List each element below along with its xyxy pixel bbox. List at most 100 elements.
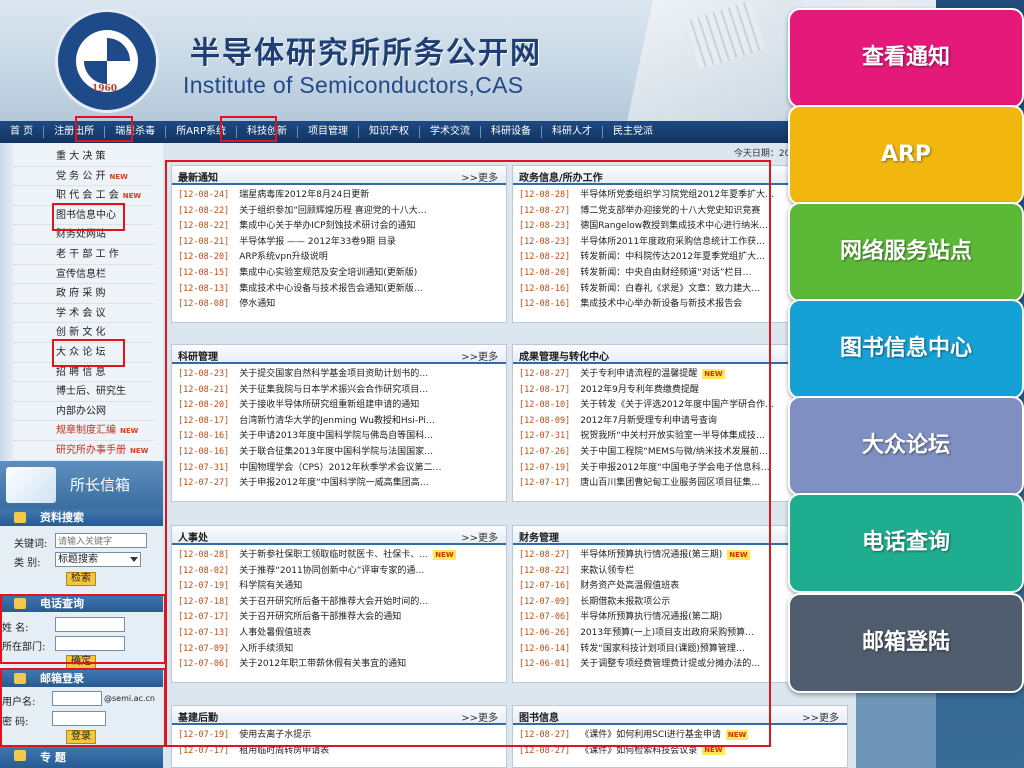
item-title-link[interactable]: 博二党支部举办迎接党的十八大党史知识竞赛 — [580, 206, 760, 216]
list-item[interactable]: [12-08-08] 停水通知 — [172, 297, 506, 313]
item-title-link[interactable]: 半导体所预算执行情况通报(第二期) — [580, 612, 722, 622]
item-title-link[interactable]: 转发新闻：中科院传达2012年夏季党组扩大… — [580, 252, 765, 262]
more-link[interactable]: >>更多 — [461, 709, 498, 724]
callout-phone-lookup[interactable]: 电话查询 — [788, 493, 1024, 593]
category-select[interactable]: 标题搜索 — [55, 552, 141, 567]
item-title-link[interactable]: 科学院有关通知 — [239, 581, 302, 591]
list-item[interactable]: [12-08-22] 集成中心关于举办ICP刻蚀技术研讨会的通知 — [172, 219, 506, 235]
item-title-link[interactable]: ARP系统vpn升级说明 — [239, 252, 328, 262]
item-title-link[interactable]: 唐山百川集团曹妃甸工业服务园区项目征集… — [580, 478, 760, 488]
item-title-link[interactable]: 转发新闻：中央自由财经频道“对话”栏目… — [580, 268, 751, 278]
item-title-link[interactable]: 转发新闻：白春礼《求是》文章：致力建大… — [580, 284, 760, 294]
list-item[interactable]: [12-08-22] 关于组织参加“回顾辉煌历程 喜迎党的十八大… — [172, 204, 506, 220]
institute-logo[interactable]: 1960 — [55, 9, 159, 113]
callout-mail-login[interactable]: 邮箱登陆 — [788, 593, 1024, 693]
section-title[interactable]: 政务信息/所办工作 — [519, 169, 603, 184]
list-item[interactable]: [12-08-24] 瑞星病毒库2012年8月24日更新 — [172, 188, 506, 204]
director-mailbox-banner[interactable]: 所长信箱 — [0, 461, 163, 509]
item-title-link[interactable]: 中国物理学会（CPS）2012年秋季学术会议第二… — [239, 463, 441, 473]
callout-view-notices[interactable]: 查看通知 — [788, 8, 1024, 108]
nav-item-innovation[interactable]: 科技创新 — [237, 121, 297, 143]
search-button[interactable]: 检索 — [66, 572, 96, 586]
item-title-link[interactable]: 关于新参社保职工领取临时就医卡、社保卡、… — [239, 550, 428, 560]
item-title-link[interactable]: 关于申报2012年度“中国电子学会电子信息科… — [580, 463, 770, 473]
sidebar-item[interactable]: 党 务 公 开 NEW — [14, 167, 154, 187]
item-title-link[interactable]: 入所手续须知 — [239, 644, 293, 654]
sidebar-item[interactable]: 招 聘 信 息 — [14, 363, 154, 383]
item-title-link[interactable]: 关于申报2012年度“中国科学院一威高集团高… — [239, 478, 429, 488]
item-title-link[interactable]: 关于征集我院与日本学术振兴会合作研究项目… — [239, 385, 428, 395]
item-title-link[interactable]: 半导体所预算执行情况通报(第三期) — [580, 550, 722, 560]
item-title-link[interactable]: 台湾新竹清华大学的Jenming Wu教授和Hsi-Pi… — [239, 416, 435, 426]
username-input[interactable] — [52, 691, 102, 706]
item-title-link[interactable]: 关于推荐“2011协同创新中心”评审专家的通… — [239, 566, 424, 576]
item-title-link[interactable]: 转发“国家科技计划项目(课题)预算管理… — [580, 644, 745, 654]
sidebar-item[interactable]: 老 干 部 工 作 — [14, 245, 154, 265]
item-title-link[interactable]: 使用去离子水提示 — [239, 730, 311, 740]
special-topics-header[interactable]: 专 题 — [0, 747, 163, 768]
sidebar-item[interactable]: 政 府 采 购 — [14, 284, 154, 304]
item-title-link[interactable]: 2012年9月专利年费缴费提醒 — [580, 385, 699, 395]
callout-library-center[interactable]: 图书信息中心 — [788, 299, 1024, 399]
nav-item-ip[interactable]: 知识产权 — [359, 121, 419, 143]
password-input[interactable] — [52, 711, 106, 726]
item-title-link[interactable]: 半导体所2011年度政府采购信息统计工作获… — [580, 237, 765, 247]
item-title-link[interactable]: 关于联合征集2013年度中国科学院与法国国家… — [239, 447, 433, 457]
item-title-link[interactable]: 关于组织参加“回顾辉煌历程 喜迎党的十八大… — [239, 206, 427, 216]
item-title-link[interactable]: 关于申请2013年度中国科学院与佛岛自等国科… — [239, 431, 433, 441]
list-item[interactable]: [12-08-16] 关于联合征集2013年度中国科学院与法国国家… — [172, 445, 506, 461]
nav-item-parties[interactable]: 民主党派 — [603, 121, 663, 143]
item-title-link[interactable]: 关于接收半导体所研究组重新组建申请的通知 — [239, 400, 419, 410]
callout-arp[interactable]: ARP — [788, 105, 1024, 205]
more-link[interactable]: >>更多 — [461, 529, 498, 544]
sidebar-item[interactable]: 创 新 文 化 — [14, 323, 154, 343]
section-title[interactable]: 图书信息 — [519, 709, 559, 724]
item-title-link[interactable]: 关于召开研究所后备干部推荐大会开始时间的… — [239, 597, 428, 607]
list-item[interactable]: [12-08-20] ARP系统vpn升级说明 — [172, 250, 506, 266]
item-title-link[interactable]: 关于2012年职工带薪休假有关事宜的通知 — [239, 659, 406, 669]
list-item[interactable]: [12-07-06] 关于2012年职工带薪休假有关事宜的通知 — [172, 657, 506, 673]
item-title-link[interactable]: 瑞星病毒库2012年8月24日更新 — [239, 190, 369, 200]
list-item[interactable]: [12-07-17] 关于召开研究所后备干部推荐大会的通知 — [172, 610, 506, 626]
callout-public-forum[interactable]: 大众论坛 — [788, 396, 1024, 496]
list-item[interactable]: [12-07-19] 使用去离子水提示 — [172, 728, 506, 744]
item-title-link[interactable]: 关于调整专项经费管理费计提或分摊办法的… — [580, 659, 760, 669]
phone-confirm-button[interactable]: 确定 — [66, 655, 96, 669]
item-title-link[interactable]: 集成技术中心举办新设备与新技术报告会 — [580, 299, 742, 309]
item-title-link[interactable]: 长期借款未报款项公示 — [580, 597, 670, 607]
sidebar-item[interactable]: 宣传信息栏 — [14, 265, 154, 285]
list-item[interactable]: [12-07-18] 关于召开研究所后备干部推荐大会开始时间的… — [172, 595, 506, 611]
item-title-link[interactable]: 关于中国工程院“MEMS与微/纳米技术发展前… — [580, 447, 768, 457]
item-title-link[interactable]: 2013年预算(一上)项目支出政府采购预算… — [580, 628, 754, 638]
item-title-link[interactable]: 祝贺我所“中关村开放实验室一半导体集成技… — [580, 431, 765, 441]
list-item[interactable]: [12-08-17] 台湾新竹清华大学的Jenming Wu教授和Hsi-Pi… — [172, 414, 506, 430]
list-item[interactable]: [12-07-27] 关于申报2012年度“中国科学院一威高集团高… — [172, 476, 506, 492]
nav-item-equipment[interactable]: 科研设备 — [481, 121, 541, 143]
item-title-link[interactable]: 半导体学报 —— 2012年33卷9期 目录 — [239, 237, 396, 247]
item-title-link[interactable]: 半导体所党委组织学习院党组2012年夏季扩大… — [580, 190, 774, 200]
item-title-link[interactable]: 集成中心关于举办ICP刻蚀技术研讨会的通知 — [239, 221, 415, 231]
item-title-link[interactable]: 《课件》如何利用SCI进行基金申请 — [580, 730, 721, 740]
sidebar-item[interactable]: 内部办公网 — [14, 402, 154, 422]
item-title-link[interactable]: 2012年7月新受理专利申请号查询 — [580, 416, 717, 426]
list-item[interactable]: [12-07-17] 租用临时周转房申请表 — [172, 744, 506, 760]
keyword-input[interactable] — [55, 533, 147, 548]
sidebar-item[interactable]: 博士后、研究生 — [14, 382, 154, 402]
nav-item-home[interactable]: 首 页 — [0, 121, 43, 143]
sidebar-item[interactable]: 研究所办事手册 NEW — [14, 441, 154, 461]
callout-network-services[interactable]: 网络服务站点 — [788, 202, 1024, 302]
list-item[interactable]: [12-08-16] 关于申请2013年度中国科学院与佛岛自等国科… — [172, 429, 506, 445]
item-title-link[interactable]: 关于召开研究所后备干部推荐大会的通知 — [239, 612, 401, 622]
sidebar-item[interactable]: 图书信息中心 — [14, 206, 154, 226]
item-title-link[interactable]: 来款认领专栏 — [580, 566, 634, 576]
item-title-link[interactable]: 集成中心实验室规范及安全培训通知(更新版) — [239, 268, 417, 278]
item-title-link[interactable]: 关于转发《关于评选2012年度中国产学研合作… — [580, 400, 774, 410]
item-title-link[interactable]: 集成技术中心设备与技术报告会通知(更新版… — [239, 284, 423, 294]
login-button[interactable]: 登录 — [66, 730, 96, 744]
item-title-link[interactable]: 《课件》如何检索科技会议录 — [580, 746, 697, 756]
item-title-link[interactable]: 停水通知 — [239, 299, 275, 309]
sidebar-item[interactable]: 财务处网站 — [14, 225, 154, 245]
department-input[interactable] — [55, 636, 125, 651]
sidebar-item[interactable]: 职 代 会 工 会 NEW — [14, 186, 154, 206]
nav-item-arp[interactable]: 所ARP系统 — [166, 121, 236, 143]
